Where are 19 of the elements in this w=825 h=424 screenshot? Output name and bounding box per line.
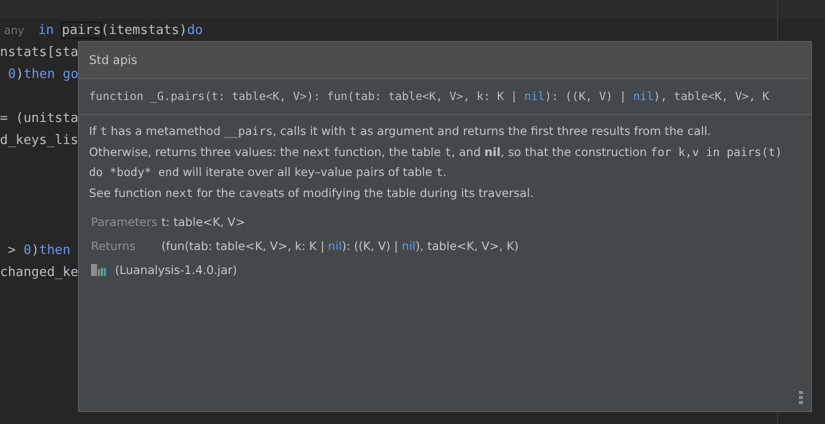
section-value: (fun(tab: table<K, V>, k: K | nil): ((K, V) | nil), table<K, V>, K) <box>161 238 520 255</box>
section-value: t: table<K, V> <box>161 214 246 231</box>
popup-header: Std apis <box>79 42 811 79</box>
section-label: Returns <box>90 238 137 255</box>
code-line: changed_ke <box>0 264 78 282</box>
code-line: > 0)then <box>6 242 70 260</box>
code-line: 0)then go <box>7 66 78 84</box>
function-signature: function _G.pairs(t: table<K, V>): fun(tab: table<K, V>, k: K | nil): ((K, V) | nil), table<K, V>, K <box>79 79 811 115</box>
code-line: = (unitsta <box>0 110 78 128</box>
code-line: any in pairs(itemstats)do <box>3 22 203 40</box>
code-line: d_keys_lis <box>0 132 78 150</box>
library-icon <box>91 264 107 276</box>
code-line: nstats[sta <box>0 44 78 62</box>
description-text: See function next for the caveats of modifying the table during its traversal. <box>89 185 535 202</box>
description-text: Otherwise, returns three values: the next function, the table t, and nil, so that the construction for k,v in pairs(t) do *body* end will iterate over all key–value pairs of table t. <box>89 144 784 181</box>
source-label: (Luanalysis-1.4.0.jar) <box>115 262 238 279</box>
more-options-icon[interactable] <box>799 391 803 405</box>
description-text: If t has a metamethod __pairs, calls it with t as argument and returns the first three results from the call. <box>89 123 712 140</box>
section-label: Parameters <box>90 214 158 231</box>
